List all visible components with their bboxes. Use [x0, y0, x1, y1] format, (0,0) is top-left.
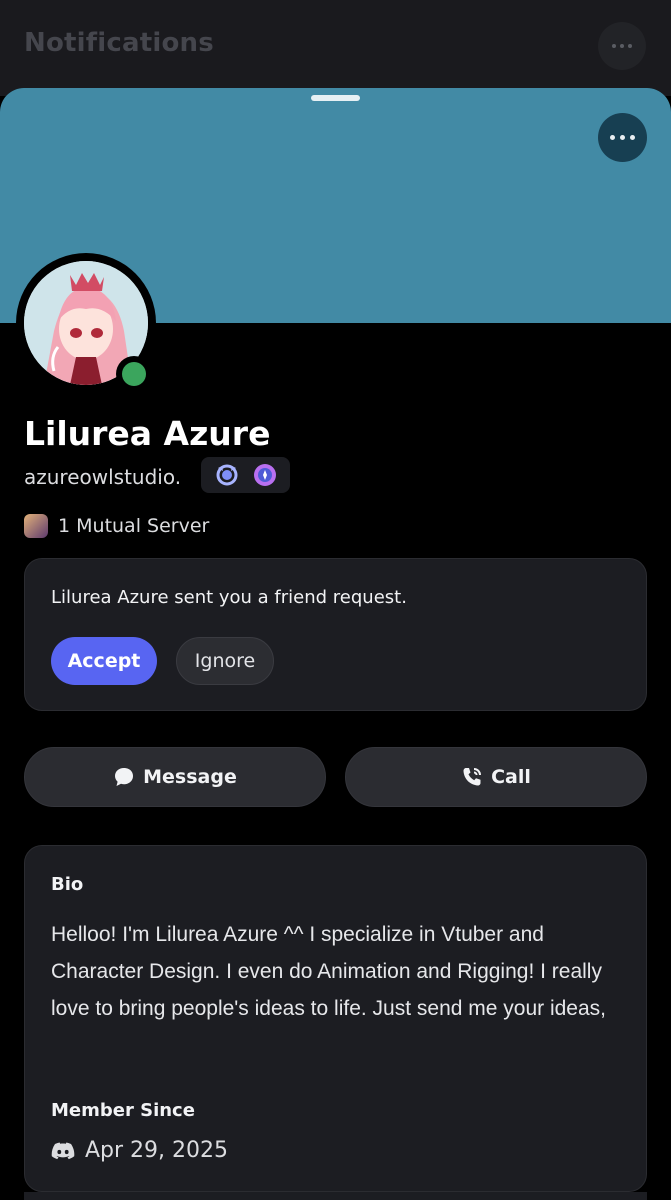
display-name: Lilurea Azure	[24, 414, 271, 453]
username[interactable]: azureowlstudio.	[24, 465, 181, 489]
server-icon	[24, 514, 48, 538]
message-label: Message	[143, 766, 237, 788]
call-label: Call	[491, 766, 531, 788]
mutual-servers-label: 1 Mutual Server	[58, 515, 210, 537]
bio-heading: Bio	[51, 874, 84, 895]
drag-handle[interactable]	[311, 95, 360, 101]
status-indicator	[116, 356, 152, 392]
notifications-title: Notifications	[24, 28, 214, 58]
more-horizontal-icon	[610, 135, 635, 140]
badge-list	[201, 457, 290, 493]
phone-icon	[463, 768, 482, 786]
nitro-boost-badge-icon[interactable]	[252, 462, 278, 488]
ignore-button[interactable]: Ignore	[176, 637, 274, 685]
member-since-date: Apr 29, 2025	[85, 1138, 229, 1163]
online-status-dot	[122, 362, 146, 386]
bio-text: Helloo! I'm Lilurea Azure ^^ I specializ…	[51, 923, 606, 1020]
mutual-servers[interactable]: 1 Mutual Server	[24, 514, 209, 538]
member-since-heading: Member Since	[51, 1100, 195, 1121]
chat-bubble-icon	[115, 768, 134, 786]
call-button[interactable]: Call	[345, 747, 647, 807]
message-button[interactable]: Message	[24, 747, 326, 807]
discord-logo-icon	[51, 1142, 75, 1159]
friend-request-text: Lilurea Azure sent you a friend request.	[51, 587, 407, 608]
profile-more-button[interactable]	[598, 113, 647, 162]
notifications-more-button[interactable]	[598, 22, 646, 70]
member-since-row: Apr 29, 2025	[51, 1138, 228, 1163]
bio-card: Bio Helloo! I'm Lilurea Azure ^^ I speci…	[24, 845, 647, 1192]
next-card-edge	[24, 1192, 647, 1200]
accept-button[interactable]: Accept	[51, 637, 157, 685]
more-horizontal-icon	[612, 44, 632, 48]
friend-request-card: Lilurea Azure sent you a friend request.…	[24, 558, 647, 711]
profile-sheet: Lilurea Azure azureowlstudio. 1 Mutual S…	[0, 88, 671, 1200]
hypesquad-badge-icon[interactable]	[214, 462, 240, 488]
